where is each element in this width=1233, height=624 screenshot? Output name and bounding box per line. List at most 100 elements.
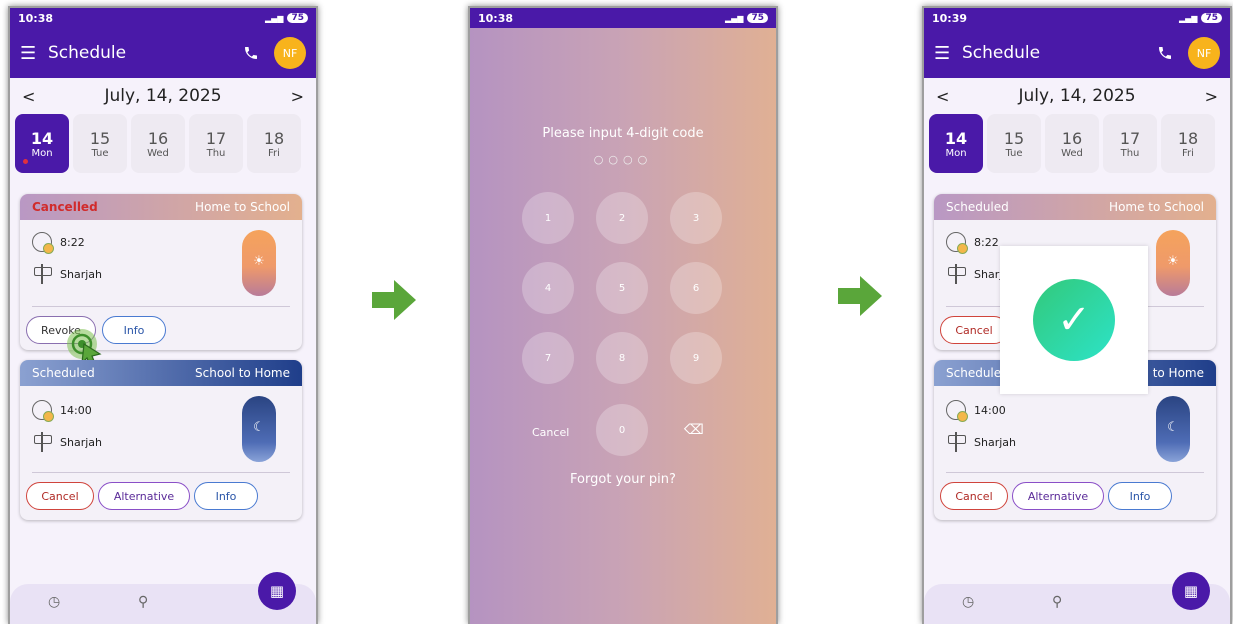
trip-place: Sharj (974, 267, 1003, 281)
phone-screen-pin: 10:38 ▂▄▆ 75 Please input 4-digit code ○○… (468, 6, 778, 624)
stage: 10:38 ▂▄▆ 75 ☰ Schedule NF < July, 14, 20… (0, 0, 1233, 624)
menu-icon[interactable]: ☰ (20, 43, 48, 64)
info-button[interactable]: Info (102, 316, 166, 344)
alternative-button[interactable]: Alternative (98, 482, 190, 510)
key-4[interactable]: 4 (522, 262, 574, 314)
trip-time-row: 14:00 (32, 400, 92, 422)
arrow-right-icon (372, 280, 416, 320)
next-date-button[interactable]: > (291, 87, 304, 106)
trip-route: l to Home (1145, 366, 1204, 380)
weekday-label: Fri (1182, 147, 1194, 159)
key-9[interactable]: 9 (670, 332, 722, 384)
cancel-pin-button[interactable]: Cancel (532, 426, 569, 439)
cancel-button[interactable]: Cancel (26, 482, 94, 510)
day-number: 14 (944, 128, 968, 148)
trip-route: Home to School (1109, 200, 1204, 214)
status-icons: ▂▄▆ 75 (725, 13, 768, 23)
page-title: Schedule (962, 43, 1041, 63)
day-chip-selected[interactable]: 14 Mon (929, 114, 983, 173)
status-bar: 10:39 ▂▄▆ 75 (924, 8, 1230, 28)
history-icon[interactable]: ◷ (48, 594, 60, 610)
cancel-button[interactable]: Cancel (940, 482, 1008, 510)
info-button[interactable]: Info (194, 482, 258, 510)
key-1[interactable]: 1 (522, 192, 574, 244)
current-date: July, 14, 2025 (1018, 86, 1136, 106)
success-dialog: ✓ (1000, 246, 1148, 394)
day-chip[interactable]: 17 Thu (1103, 114, 1157, 173)
day-chip[interactable]: 16 Wed (131, 114, 185, 173)
key-3[interactable]: 3 (670, 192, 722, 244)
battery-badge: 75 (1201, 13, 1222, 23)
calendar-button[interactable]: ▦ (1172, 572, 1210, 610)
app-bar: ☰ Schedule NF (924, 28, 1230, 78)
key-2[interactable]: 2 (596, 192, 648, 244)
trip-time: 14:00 (974, 403, 1006, 417)
day-number: 16 (147, 128, 169, 148)
avatar[interactable]: NF (1188, 37, 1220, 69)
trip-card-morning: Cancelled Home to School 8:22 Sharjah ☀ R… (20, 194, 302, 350)
day-number: 15 (89, 128, 111, 148)
key-5[interactable]: 5 (596, 262, 648, 314)
backspace-icon[interactable]: ⌫ (684, 422, 704, 438)
key-0[interactable]: 0 (596, 404, 648, 456)
location-icon[interactable]: ⚲ (138, 594, 148, 610)
app-bar: ☰ Schedule NF (10, 28, 316, 78)
avatar[interactable]: NF (274, 37, 306, 69)
prev-date-button[interactable]: < (22, 87, 35, 106)
status-bar: 10:38 ▂▄▆ 75 (470, 8, 776, 28)
day-chip[interactable]: 18 Fri (247, 114, 301, 173)
divider (32, 472, 290, 473)
trip-time: 8:22 (974, 235, 999, 249)
status-time: 10:38 (18, 11, 54, 25)
divider (32, 306, 290, 307)
day-chip[interactable]: 15 Tue (73, 114, 127, 173)
menu-icon[interactable]: ☰ (934, 43, 962, 64)
date-navigator: < July, 14, 2025 > (10, 78, 316, 114)
phone-screen-schedule-after: 10:39 ▂▄▆ 75 ☰ Schedule NF < July, 14, 20… (922, 6, 1232, 624)
day-number: 15 (1003, 128, 1025, 148)
weekday-label: Thu (206, 147, 226, 159)
checkmark-icon: ✓ (1033, 279, 1115, 361)
current-date: July, 14, 2025 (104, 86, 222, 106)
day-strip: 14 Mon 15 Tue 16 Wed 17 Thu 18 Fri (10, 114, 316, 176)
divider (946, 472, 1204, 473)
alternative-button[interactable]: Alternative (1012, 482, 1104, 510)
key-7[interactable]: 7 (522, 332, 574, 384)
next-date-button[interactable]: > (1205, 87, 1218, 106)
pin-prompt: Please input 4-digit code (542, 126, 704, 141)
trip-place-row: Sharjah (946, 432, 1016, 452)
day-chip[interactable]: 15 Tue (987, 114, 1041, 173)
phone-icon[interactable] (1150, 38, 1180, 68)
signal-icon: ▂▄▆ (265, 13, 284, 23)
signal-icon: ▂▄▆ (725, 13, 744, 23)
trip-place-row: Sharj (946, 264, 1002, 284)
date-navigator: < July, 14, 2025 > (924, 78, 1230, 114)
calendar-button[interactable]: ▦ (258, 572, 296, 610)
key-6[interactable]: 6 (670, 262, 722, 314)
info-button[interactable]: Info (1108, 482, 1172, 510)
trip-status: Cancelled (32, 200, 98, 214)
battery-badge: 75 (747, 13, 768, 23)
cancel-button[interactable]: Cancel (940, 316, 1008, 344)
status-time: 10:38 (478, 11, 514, 25)
location-icon[interactable]: ⚲ (1052, 594, 1062, 610)
day-chip[interactable]: 16 Wed (1045, 114, 1099, 173)
calendar-icon: ▦ (269, 582, 285, 600)
trip-time-row: 8:22 (946, 232, 999, 254)
day-chip-selected[interactable]: 14 Mon (15, 114, 69, 173)
key-8[interactable]: 8 (596, 332, 648, 384)
prev-date-button[interactable]: < (936, 87, 949, 106)
trip-status: Scheduled (946, 200, 1009, 214)
trip-time-row: 8:22 (32, 232, 85, 254)
battery-badge: 75 (287, 13, 308, 23)
day-strip: 14 Mon 15 Tue 16 Wed 17 Thu 18 Fri (924, 114, 1230, 176)
day-chip[interactable]: 18 Fri (1161, 114, 1215, 173)
history-icon[interactable]: ◷ (962, 594, 974, 610)
day-number: 14 (30, 128, 54, 148)
clock-icon (32, 400, 54, 422)
forgot-pin-link[interactable]: Forgot your pin? (470, 472, 776, 487)
status-time: 10:39 (932, 11, 968, 25)
day-chip[interactable]: 17 Thu (189, 114, 243, 173)
signpost-icon (946, 432, 966, 452)
phone-icon[interactable] (236, 38, 266, 68)
